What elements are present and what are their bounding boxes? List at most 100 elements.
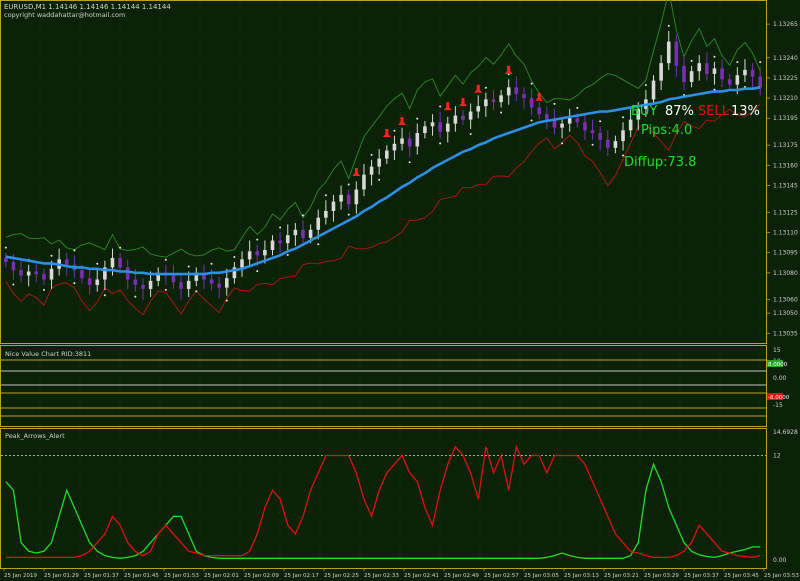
x-tick-label: 25 Jan 03:13 (564, 573, 599, 579)
candle-body (339, 194, 343, 202)
sell-label: SELL (698, 104, 730, 119)
peak-y-tick-label: 14.6928 (773, 429, 798, 436)
fractal-dot (393, 129, 396, 132)
candle-body (217, 283, 221, 288)
candle-body (4, 258, 8, 263)
candle-body (651, 80, 656, 100)
candle-body (278, 240, 282, 244)
buy-label: BUY (631, 104, 657, 119)
fractal-dot (347, 183, 350, 186)
candle-body (95, 279, 100, 285)
copyright-text: copyright waddahattar@hotmail.com (4, 11, 125, 19)
x-tick-label: 25 Jan 03:45 (724, 573, 759, 579)
y-tick-label: 1.13225 (773, 75, 798, 82)
y-tick-label: 1.13145 (773, 182, 798, 189)
candle-body (506, 87, 511, 96)
candle-body (42, 274, 46, 280)
candle-body (430, 122, 435, 127)
x-tick-label: 25 Jan 02:25 (324, 573, 359, 579)
x-tick-label: 25 Jan 02:33 (364, 573, 399, 579)
candle-body (240, 259, 244, 268)
candle-body (621, 130, 625, 142)
candle-body (720, 68, 724, 80)
fractal-dot (134, 295, 137, 298)
x-tick-label: 25 Jan 2019 (4, 573, 37, 579)
candle-body (19, 270, 23, 276)
candle-body (659, 63, 663, 81)
fractal-dot (561, 142, 564, 145)
fractal-dot (96, 262, 99, 265)
fractal-dot (439, 105, 442, 108)
fractal-dot (210, 262, 213, 265)
candle-body (331, 201, 336, 211)
candle-body (354, 189, 359, 205)
candle-body (666, 41, 671, 64)
candle-body (400, 138, 404, 144)
fractal-dot (256, 238, 259, 241)
x-tick-label: 25 Jan 02:17 (284, 573, 319, 579)
x-tick-label: 25 Jan 03:53 (764, 573, 799, 579)
symbol-line: EURUSD,M1 1.14146 1.14146 1.14144 1.1414… (4, 3, 171, 11)
fractal-dot (4, 246, 7, 249)
y-tick-label: 1.13060 (773, 297, 798, 304)
peak-arrows-title: Peak_Arrows_Alert (5, 432, 65, 440)
fractal-dot (530, 119, 533, 122)
candle-body (537, 107, 542, 115)
candle-body (263, 249, 267, 256)
candle-body (560, 123, 564, 128)
candle-body (171, 275, 176, 283)
candle-body (575, 118, 580, 123)
fractal-dot (378, 178, 381, 181)
candle-body (567, 118, 572, 124)
candle-body (598, 133, 602, 140)
candle-body (407, 138, 412, 147)
candle-body (255, 251, 260, 256)
candle-body (385, 150, 389, 159)
candle-body (674, 41, 679, 66)
peak-y-tick-label: 12 (773, 452, 781, 459)
fractal-dot (256, 270, 259, 273)
x-tick-label: 25 Jan 01:37 (84, 573, 119, 579)
nice-y-tick-label: 15 (773, 347, 781, 354)
fractal-dot (103, 294, 106, 297)
candle-body (186, 280, 191, 289)
candle-body (377, 158, 381, 167)
candle-body (727, 79, 732, 85)
candle-body (80, 270, 84, 279)
chart-canvas: EURUSD,M1 1.14146 1.14146 1.14144 1.1414… (0, 0, 800, 581)
fractal-dot (195, 290, 198, 293)
candle-body (758, 76, 762, 88)
candle-body (445, 123, 450, 132)
candle-body (605, 139, 610, 148)
x-tick-label: 25 Jan 03:21 (604, 573, 639, 579)
fractal-dot (12, 283, 15, 286)
fractal-dot (73, 249, 76, 252)
x-tick-label: 25 Jan 01:45 (124, 573, 159, 579)
candle-body (247, 251, 252, 260)
candle-body (499, 95, 503, 103)
candle-body (285, 235, 290, 244)
x-tick-label: 25 Jan 03:05 (524, 573, 559, 579)
fractal-dot (301, 214, 304, 217)
x-tick-label: 25 Jan 02:49 (444, 573, 479, 579)
candle-body (750, 69, 755, 77)
chart-window: EURUSD,M1 1.14146 1.14146 1.14144 1.1414… (0, 0, 800, 581)
candle-body (301, 229, 305, 238)
candle-body (87, 278, 92, 285)
candle-body (682, 65, 686, 82)
fractal-dot (233, 256, 236, 259)
peak-y-tick-label: 0.00 (773, 557, 787, 564)
y-tick-label: 1.13210 (773, 95, 798, 102)
sell-value: 13% (731, 104, 760, 119)
candle-body (735, 75, 740, 85)
x-tick-label: 25 Jan 02:01 (204, 573, 239, 579)
candle-body (224, 278, 229, 288)
fractal-dot (42, 288, 45, 291)
fractal-dot (164, 288, 167, 291)
candle-body (316, 217, 321, 230)
diffup-label: Diffup:73.8 (624, 155, 696, 170)
y-tick-label: 1.13035 (773, 330, 798, 337)
fractal-dot (469, 132, 472, 135)
nice-y-tick-label: -15 (773, 402, 783, 409)
nice-badge-positive-text: 8.0000 (768, 362, 788, 368)
